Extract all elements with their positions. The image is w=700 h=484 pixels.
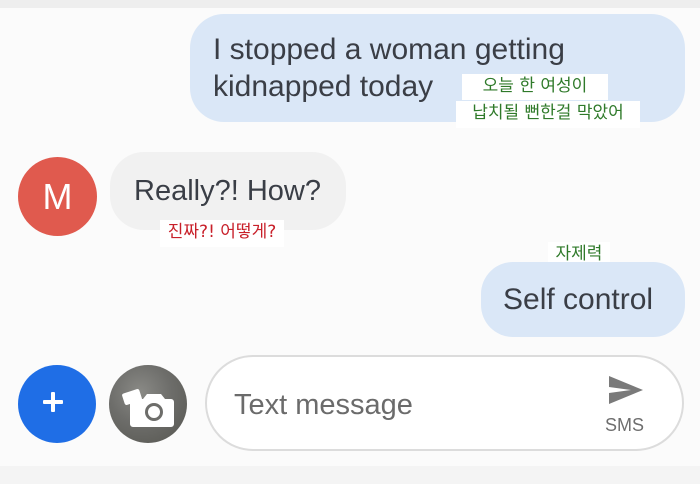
add-attachment-button[interactable] bbox=[18, 365, 96, 443]
camera-icon bbox=[122, 389, 174, 427]
avatar[interactable]: M bbox=[18, 157, 97, 236]
message-text: Really?! How? bbox=[134, 175, 321, 207]
top-edge bbox=[0, 0, 700, 8]
plus-icon bbox=[43, 392, 63, 412]
text-message-input[interactable] bbox=[234, 387, 574, 423]
translation-caption: 진짜?! 어떻게? bbox=[160, 220, 284, 247]
outgoing-message-bubble[interactable]: Self control bbox=[481, 262, 685, 337]
camera-button[interactable] bbox=[109, 365, 187, 443]
send-sms-label[interactable]: SMS bbox=[605, 415, 644, 436]
message-text: Self control bbox=[503, 283, 654, 316]
send-icon[interactable] bbox=[607, 373, 645, 407]
bottom-edge bbox=[0, 466, 700, 484]
message-composer: SMS bbox=[205, 355, 684, 451]
translation-caption: 오늘 한 여성이 bbox=[462, 74, 608, 100]
message-text-line: I stopped a woman getting bbox=[213, 33, 565, 66]
message-text-line: kidnapped today bbox=[213, 70, 434, 103]
translation-caption: 납치될 뻔한걸 막았어 bbox=[456, 101, 640, 128]
incoming-message-bubble[interactable]: Really?! How? bbox=[110, 152, 346, 230]
